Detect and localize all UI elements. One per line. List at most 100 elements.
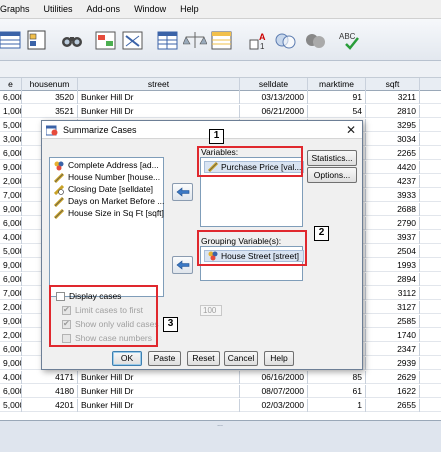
- table-cell[interactable]: 6,000: [0, 147, 22, 160]
- move-to-grouping-button[interactable]: [172, 256, 193, 274]
- reset-button[interactable]: Reset: [187, 351, 220, 366]
- table-cell[interactable]: 2,000: [0, 329, 22, 342]
- table-cell[interactable]: 03/13/2000: [240, 91, 308, 104]
- table-cell[interactable]: 6,000: [0, 217, 22, 230]
- table-cell[interactable]: 4201: [22, 399, 78, 412]
- table-cell[interactable]: 2629: [366, 371, 420, 384]
- col-header-street[interactable]: street: [78, 78, 240, 91]
- find-icon[interactable]: [60, 28, 84, 52]
- col-header-housenum[interactable]: housenum: [22, 78, 78, 91]
- table-row[interactable]: 4,0004171Bunker Hill Dr06/16/2000852629: [0, 371, 441, 384]
- table-cell[interactable]: 02/03/2000: [240, 399, 308, 412]
- variable-view-icon[interactable]: [0, 28, 24, 52]
- list-item[interactable]: House Size in Sq Ft [sqft]: [54, 208, 164, 219]
- move-to-variables-button[interactable]: [172, 183, 193, 201]
- table-cell[interactable]: 2655: [366, 399, 420, 412]
- table-cell[interactable]: 1740: [366, 329, 420, 342]
- table-cell[interactable]: 2265: [366, 147, 420, 160]
- table-row[interactable]: 5,0004201Bunker Hill Dr02/03/200012655: [0, 399, 441, 412]
- list-item[interactable]: Complete Address [ad...: [54, 160, 159, 171]
- table-cell[interactable]: 2939: [366, 357, 420, 370]
- table-cell[interactable]: 06/21/2000: [240, 105, 308, 118]
- table-cell[interactable]: 3933: [366, 189, 420, 202]
- table-cell[interactable]: 3520: [22, 91, 78, 104]
- table-cell[interactable]: 9,000: [0, 357, 22, 370]
- table-cell[interactable]: Bunker Hill Dr: [78, 399, 240, 412]
- table-cell[interactable]: 2688: [366, 203, 420, 216]
- ok-button[interactable]: OK: [112, 351, 142, 366]
- close-icon[interactable]: ✕: [346, 122, 356, 138]
- table-cell[interactable]: 85: [308, 371, 366, 384]
- table-row[interactable]: 6,0003520Bunker Hill Dr03/13/2000913211: [0, 91, 441, 104]
- table-cell[interactable]: 4171: [22, 371, 78, 384]
- table-cell[interactable]: 6,000: [0, 343, 22, 356]
- goto-case-icon[interactable]: [26, 28, 50, 52]
- table-cell[interactable]: 1993: [366, 259, 420, 272]
- table-cell[interactable]: Bunker Hill Dr: [78, 91, 240, 104]
- table-cell[interactable]: 4,000: [0, 231, 22, 244]
- table-cell[interactable]: 1: [308, 399, 366, 412]
- value-labels-icon[interactable]: A 1: [248, 28, 272, 52]
- cancel-button[interactable]: Cancel: [224, 351, 258, 366]
- table-cell[interactable]: 08/07/2000: [240, 385, 308, 398]
- statistics-button[interactable]: Statistics...: [307, 150, 357, 166]
- table-cell[interactable]: 2585: [366, 315, 420, 328]
- menu-graphs[interactable]: Graphs: [0, 0, 37, 19]
- table-cell[interactable]: 3034: [366, 133, 420, 146]
- table-cell[interactable]: 3937: [366, 231, 420, 244]
- table-cell[interactable]: 1,000: [0, 105, 22, 118]
- select-cases-icon[interactable]: [210, 28, 234, 52]
- paste-button[interactable]: Paste: [148, 351, 181, 366]
- table-cell[interactable]: 7,000: [0, 287, 22, 300]
- table-cell[interactable]: 3211: [366, 91, 420, 104]
- table-cell[interactable]: Bunker Hill Dr: [78, 105, 240, 118]
- table-cell[interactable]: Bunker Hill Dr: [78, 371, 240, 384]
- table-cell[interactable]: 06/16/2000: [240, 371, 308, 384]
- table-cell[interactable]: 4,000: [0, 371, 22, 384]
- table-cell[interactable]: 4420: [366, 161, 420, 174]
- table-cell[interactable]: 2,000: [0, 301, 22, 314]
- table-cell[interactable]: 9,000: [0, 203, 22, 216]
- table-cell[interactable]: 7,000: [0, 189, 22, 202]
- table-cell[interactable]: Bunker Hill Dr: [78, 385, 240, 398]
- table-cell[interactable]: 3127: [366, 301, 420, 314]
- table-cell[interactable]: 3,000: [0, 133, 22, 146]
- table-cell[interactable]: 6,000: [0, 385, 22, 398]
- options-button[interactable]: Options...: [307, 167, 357, 183]
- insert-cases-icon[interactable]: [94, 28, 118, 52]
- list-item[interactable]: House Number [house...: [54, 172, 160, 183]
- table-cell[interactable]: 9,000: [0, 315, 22, 328]
- table-cell[interactable]: 4180: [22, 385, 78, 398]
- table-cell[interactable]: 2894: [366, 273, 420, 286]
- col-header-value[interactable]: e: [0, 78, 22, 91]
- dialog-titlebar[interactable]: Summarize Cases ✕: [42, 121, 362, 139]
- table-cell[interactable]: 2504: [366, 245, 420, 258]
- table-cell[interactable]: 3112: [366, 287, 420, 300]
- source-variable-list[interactable]: Complete Address [ad... House Number [ho…: [49, 157, 164, 297]
- table-row[interactable]: 6,0004180Bunker Hill Dr08/07/2000611622: [0, 385, 441, 398]
- table-cell[interactable]: 5,000: [0, 245, 22, 258]
- table-cell[interactable]: 61: [308, 385, 366, 398]
- table-cell[interactable]: 2790: [366, 217, 420, 230]
- table-cell[interactable]: 2,000: [0, 175, 22, 188]
- help-button[interactable]: Help: [264, 351, 294, 366]
- list-item[interactable]: Days on Market Before ...: [54, 196, 164, 207]
- table-cell[interactable]: 5,000: [0, 119, 22, 132]
- splitter-grip[interactable]: ...: [200, 421, 240, 428]
- table-cell[interactable]: 9,000: [0, 161, 22, 174]
- list-item[interactable]: Closing Date [selldate]: [54, 184, 153, 195]
- col-header-marktime[interactable]: marktime: [308, 78, 366, 91]
- table-cell[interactable]: 2347: [366, 343, 420, 356]
- limit-cases-input[interactable]: 100: [200, 305, 222, 316]
- table-cell[interactable]: 54: [308, 105, 366, 118]
- table-cell[interactable]: 6,000: [0, 273, 22, 286]
- use-sets-icon[interactable]: [273, 28, 297, 52]
- col-header-sqft[interactable]: sqft: [366, 78, 420, 91]
- table-cell[interactable]: 1622: [366, 385, 420, 398]
- table-row[interactable]: 1,0003521Bunker Hill Dr06/21/2000542810: [0, 105, 441, 118]
- col-header-selldate[interactable]: selldate: [240, 78, 308, 91]
- spell-check-icon[interactable]: ABC: [338, 28, 362, 52]
- table-cell[interactable]: 9,000: [0, 259, 22, 272]
- split-file-icon[interactable]: [156, 28, 180, 52]
- menu-addons[interactable]: Add-ons: [80, 0, 128, 19]
